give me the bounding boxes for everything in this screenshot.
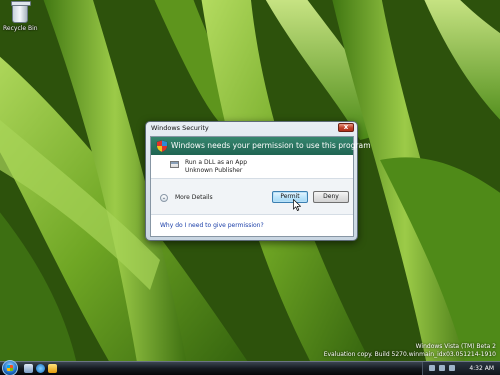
dialog-body: Windows needs your permission to use thi…	[150, 136, 371, 237]
taskbar: 4:32 AM	[0, 360, 500, 375]
mouse-cursor-icon	[293, 199, 301, 211]
banner-text: Windows needs your permission to use thi…	[171, 141, 371, 150]
recycle-bin-label: Recycle Bin	[3, 25, 38, 32]
browser-icon[interactable]	[36, 364, 45, 373]
taskbar-clock[interactable]: 4:32 AM	[469, 365, 494, 372]
more-details-label[interactable]: More Details	[175, 194, 213, 201]
folder-icon[interactable]	[48, 364, 57, 373]
build-watermark-line2: Evaluation copy. Build 5270.winmain_idx0…	[323, 351, 496, 358]
dialog-titlebar[interactable]: Windows Security x	[146, 122, 357, 136]
network-icon[interactable]	[429, 365, 435, 371]
help-link[interactable]: Why do I need to give permission?	[160, 222, 264, 229]
shield-icon	[156, 140, 168, 152]
build-watermark-line1: Windows Vista (TM) Beta 2	[415, 343, 496, 350]
help-row: Why do I need to give permission?	[151, 214, 353, 236]
chevron-down-icon[interactable]: ⌄	[160, 194, 168, 202]
details-row: ⌄ More Details Permit Deny	[151, 178, 353, 214]
security-center-icon[interactable]	[449, 365, 455, 371]
system-tray: 4:32 AM	[422, 362, 500, 375]
recycle-bin-icon[interactable]	[11, 1, 31, 23]
dialog-title: Windows Security	[151, 124, 209, 132]
permission-banner: Windows needs your permission to use thi…	[151, 137, 371, 155]
publisher-name: Unknown Publisher	[185, 167, 243, 174]
close-button[interactable]: x	[338, 123, 354, 132]
volume-icon[interactable]	[439, 365, 445, 371]
program-icon	[170, 161, 179, 168]
deny-button[interactable]: Deny	[313, 191, 349, 203]
windows-security-dialog: Windows Security x Windows needs your pe…	[145, 121, 371, 241]
program-name: Run a DLL as an App	[185, 159, 248, 166]
permit-button[interactable]: Permit	[272, 191, 308, 203]
show-desktop-icon[interactable]	[24, 364, 33, 373]
recycle-bin[interactable]: Recycle Bin	[3, 1, 38, 32]
start-orb-icon[interactable]	[2, 360, 18, 375]
